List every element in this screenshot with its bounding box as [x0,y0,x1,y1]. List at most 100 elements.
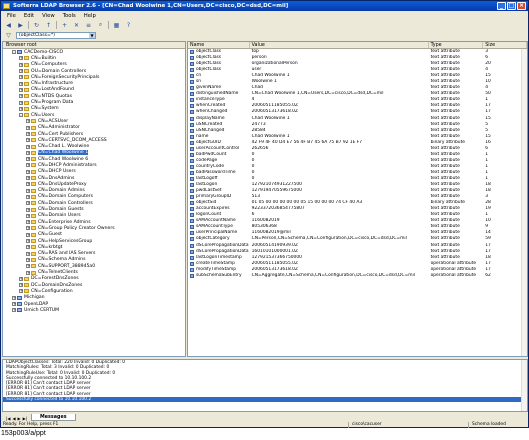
collapse-icon[interactable]: - [19,113,23,118]
last-tab-icon[interactable]: ▶| [23,416,27,421]
expand-icon[interactable]: + [19,81,23,86]
minimize-button[interactable]: _ [497,2,506,10]
table-row[interactable]: subSchemaSubEntry CN=Aggregate,CN=Schema,… [188,273,527,279]
filter-icon[interactable]: ▽ [4,32,13,40]
search-icon[interactable]: ⌕ [96,21,105,29]
expand-icon[interactable]: + [19,75,23,80]
column-name[interactable]: Name [188,42,250,48]
folder-icon [31,169,36,174]
expand-icon[interactable]: + [26,169,30,174]
expand-icon[interactable]: + [26,188,30,193]
expand-icon[interactable]: + [19,100,23,105]
expand-icon[interactable]: + [26,251,30,256]
expand-icon[interactable]: + [12,295,16,300]
menu-tools[interactable]: Tools [59,13,80,19]
folder-icon [24,113,29,118]
tree-item-label: CN=Chad L. Woolwine [38,144,90,150]
close-button[interactable]: × [517,2,526,10]
next-tab-icon[interactable]: ▶ [18,416,21,421]
expand-icon[interactable]: + [26,150,30,155]
expand-icon[interactable]: + [26,264,30,269]
menu-view[interactable]: View [38,13,59,19]
attribute-list[interactable]: Name Value Type Size objectClass top text … [187,41,528,357]
help-icon[interactable]: ? [124,21,133,29]
tree-item-label: CN=Infrastructure [31,81,73,87]
expand-icon[interactable]: + [19,62,23,67]
up-icon[interactable]: ↑ [44,21,53,29]
expand-icon[interactable]: + [26,270,30,275]
expand-icon[interactable]: + [12,308,16,313]
expand-icon[interactable]: + [26,125,30,130]
properties-icon[interactable]: ≡ [84,21,93,29]
expand-icon[interactable]: + [19,289,23,294]
expand-icon[interactable]: + [26,207,30,212]
expand-icon[interactable]: + [26,239,30,244]
tree-item-label: CN=Schema Admins [38,257,86,263]
tree-item-label: CN=HelpServicesGroup [38,238,93,244]
delete-icon[interactable]: ✕ [72,21,81,29]
prev-tab-icon[interactable]: ◀ [12,416,15,421]
expand-icon[interactable]: + [19,106,23,111]
window-controls: _ □ × [497,2,526,10]
tree-item-label: CN=TelnetClients [38,270,78,276]
tree-item-label: CN=ACSUser [38,118,69,124]
collapse-icon[interactable]: - [12,50,16,55]
maximize-button[interactable]: □ [507,2,516,10]
expand-icon[interactable]: + [26,138,30,143]
expand-icon[interactable]: + [26,119,30,124]
folder-icon [31,264,36,269]
folder-icon [24,69,29,74]
chevron-down-icon[interactable]: ▼ [89,33,95,38]
expand-icon[interactable]: + [19,56,23,61]
expand-icon[interactable]: + [26,163,30,168]
expand-icon[interactable]: + [19,276,23,281]
list-scrollbar[interactable] [521,49,527,356]
forward-icon[interactable]: ▶ [16,21,25,29]
expand-icon[interactable]: + [26,226,30,231]
expand-icon[interactable]: + [26,176,30,181]
filter-combo[interactable]: (objectClass=*) ▼ [16,32,96,39]
expand-icon[interactable]: + [26,245,30,250]
new-icon[interactable]: + [60,21,69,29]
folder-icon [31,220,36,225]
expand-icon[interactable]: + [19,87,23,92]
menu-edit[interactable]: Edit [20,13,38,19]
expand-icon[interactable]: + [26,257,30,262]
expand-icon[interactable]: + [19,94,23,99]
attribute-icon [190,213,194,218]
expand-icon[interactable]: + [26,132,30,136]
first-tab-icon[interactable]: |◀ [6,416,10,421]
expand-icon[interactable]: + [26,194,30,199]
expand-icon[interactable]: + [19,283,23,288]
expand-icon[interactable]: + [26,144,30,149]
tree-pane[interactable]: Browser root - CACDemo-CISCO + CN=Builtin + C… [2,41,186,357]
column-value[interactable]: Value [250,42,429,48]
column-size[interactable]: Size [483,42,527,48]
attribute-icon [190,80,194,85]
expand-icon[interactable]: + [12,302,16,307]
expand-icon[interactable]: + [26,220,30,225]
expand-icon[interactable]: + [26,201,30,206]
toolbar: ◀ ▶ ↻ ↑ + ✕ ≡ ⌕ ▦ ? [1,20,528,30]
refresh-icon[interactable]: ↻ [32,21,41,29]
attribute-icon [190,68,194,73]
expand-icon[interactable]: + [26,213,30,218]
tab-messages[interactable]: Messages [31,414,76,421]
expand-icon[interactable]: + [26,157,30,162]
tree-root[interactable]: Browser root [3,42,185,49]
expand-icon[interactable]: + [26,182,30,187]
expand-icon[interactable]: + [26,232,30,237]
messages-pane: LDAPObjectClasses: Total: 220 Invalid: 0… [2,359,528,412]
tree-item-label: CN=Chad Woolwine 6 [38,156,89,162]
messages-scrollbar[interactable] [521,360,527,411]
tree-item-label: CN=LostAndFound [31,87,74,93]
back-icon[interactable]: ◀ [4,21,13,29]
view-icon[interactable]: ▦ [112,21,121,29]
tree-item[interactable]: + Umich CERTUM [3,307,185,313]
menu-help[interactable]: Help [80,13,100,19]
column-type[interactable]: Type [429,42,484,48]
attribute-icon [190,164,194,169]
menu-file[interactable]: File [3,13,20,19]
tree-item-label: OU=Domain Controllers [31,68,87,74]
expand-icon[interactable]: + [19,69,23,74]
